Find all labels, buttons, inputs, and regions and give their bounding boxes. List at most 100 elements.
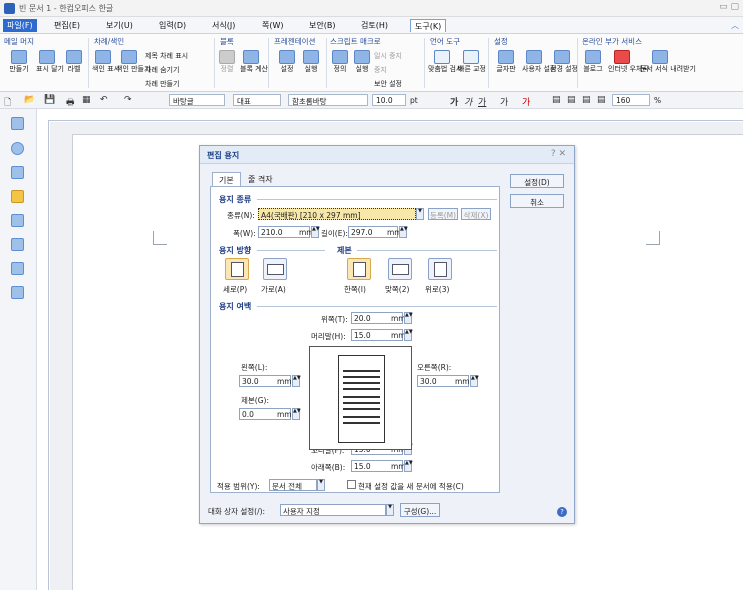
landscape-option[interactable] bbox=[263, 258, 287, 280]
right-margin-spinner[interactable]: ▲▼ bbox=[470, 375, 479, 387]
preview-text-line bbox=[343, 388, 380, 390]
open-icon[interactable]: 📂 bbox=[24, 95, 35, 105]
menu-page[interactable]: 쪽(W) bbox=[258, 19, 288, 32]
sort-button[interactable]: 정렬 bbox=[218, 50, 236, 74]
width-spinner[interactable]: ▲▼ bbox=[311, 226, 320, 238]
dialog-setting-select[interactable]: 사용자 지정 bbox=[280, 504, 386, 516]
blog-button[interactable]: 블로그 bbox=[580, 50, 606, 74]
document-icon[interactable] bbox=[11, 214, 24, 227]
toc-hide[interactable]: 차례 숨기기 bbox=[145, 65, 179, 75]
user-settings-button[interactable]: 사용자 설정 bbox=[522, 50, 556, 74]
index-mark-button[interactable]: 색인 표시 bbox=[92, 50, 120, 74]
font-color-button[interactable]: 가 bbox=[500, 95, 508, 108]
table-icon[interactable] bbox=[11, 238, 24, 251]
menu-file[interactable]: 파일(F) bbox=[3, 19, 37, 32]
delete-button[interactable]: 삭제(X) bbox=[461, 208, 491, 220]
index-create-button[interactable]: 색인 만들기 bbox=[116, 50, 150, 74]
bind-top-option[interactable] bbox=[428, 258, 452, 280]
font-select[interactable]: 함초롬바탕 bbox=[288, 94, 368, 106]
lightning-icon[interactable] bbox=[11, 190, 24, 203]
style-select[interactable]: 바탕글 bbox=[169, 94, 225, 106]
align-left-icon[interactable]: ▤ bbox=[552, 95, 561, 105]
image-icon[interactable] bbox=[11, 262, 24, 275]
height-spinner[interactable]: ▲▼ bbox=[399, 226, 408, 238]
gutter-spinner[interactable]: ▲▼ bbox=[292, 408, 301, 420]
bind-single-option[interactable] bbox=[347, 258, 371, 280]
macro-run-button[interactable]: 실행 bbox=[352, 50, 372, 74]
undo-icon[interactable]: ↶ bbox=[100, 95, 108, 105]
macro-define-button[interactable]: 정의 bbox=[330, 50, 350, 74]
bottom-margin-spinner[interactable]: ▲▼ bbox=[404, 460, 413, 472]
bind-double-option[interactable] bbox=[388, 258, 412, 280]
menu-view[interactable]: 보기(U) bbox=[102, 19, 137, 32]
title-bar: 빈 문서 1 - 한컴오피스 한글 ▭ ▢ bbox=[0, 0, 743, 17]
strike-button[interactable]: 가 bbox=[522, 95, 530, 108]
close-icon[interactable]: ? ✕ bbox=[551, 149, 566, 159]
config-button[interactable]: 구성(G)... bbox=[400, 503, 440, 517]
spellcheck-button[interactable]: 맞춤법 검사 bbox=[428, 50, 462, 74]
orientation-section: 용지 방향 bbox=[219, 246, 252, 255]
apply-range-select[interactable]: 문서 전체 bbox=[269, 479, 317, 491]
paper-type-select[interactable]: A4(국배판) [210 x 297 mm] bbox=[258, 208, 416, 220]
paragraph-select[interactable]: 대표 bbox=[233, 94, 281, 106]
left-margin-spinner[interactable]: ▲▼ bbox=[292, 375, 301, 387]
ok-button[interactable]: 설정(D) bbox=[510, 174, 564, 188]
menu-insert[interactable]: 입력(D) bbox=[155, 19, 190, 32]
macro-stop[interactable]: 중지 bbox=[374, 65, 387, 75]
preview-icon[interactable]: ▦ bbox=[82, 95, 91, 105]
toc-title-mark[interactable]: 제목 차례 표시 bbox=[145, 51, 188, 61]
redo-icon[interactable]: ↷ bbox=[124, 95, 132, 105]
menu-tools[interactable]: 도구(K) bbox=[410, 19, 447, 32]
menu-review[interactable]: 검토(H) bbox=[357, 19, 392, 32]
template-download-button[interactable]: 문서 서식 내려받기 bbox=[640, 50, 696, 74]
mail-merge-create-button[interactable]: 만들기 bbox=[6, 50, 32, 74]
macro-security[interactable]: 보안 설정 bbox=[374, 79, 402, 89]
tab-line-grid[interactable]: 줄 격자 bbox=[242, 172, 279, 186]
ribbon-collapse-icon[interactable]: ︿ bbox=[731, 20, 739, 31]
label-button[interactable]: 라벨 bbox=[63, 50, 85, 74]
portrait-option[interactable] bbox=[225, 258, 249, 280]
horizontal-ruler[interactable] bbox=[48, 109, 743, 121]
zoom-input[interactable]: 160 bbox=[612, 94, 650, 106]
chart-icon[interactable] bbox=[11, 286, 24, 299]
macro-pause[interactable]: 일시 중지 bbox=[374, 51, 402, 61]
top-margin-spinner[interactable]: ▲▼ bbox=[404, 312, 413, 324]
register-button[interactable]: 등록(M) bbox=[428, 208, 458, 220]
env-settings-button[interactable]: 환경 설정 bbox=[550, 50, 578, 74]
dialog-setting-dropdown-icon[interactable]: ▼ bbox=[386, 504, 394, 516]
apply-range-dropdown-icon[interactable]: ▼ bbox=[317, 479, 325, 491]
presentation-run-button[interactable]: 실행 bbox=[300, 50, 322, 74]
underline-button[interactable]: 가 bbox=[478, 95, 486, 108]
tab-basic[interactable]: 기본 bbox=[212, 172, 241, 186]
mail-merge-mark-button[interactable]: 표시 달기 bbox=[36, 50, 64, 74]
paper-type-dropdown-icon[interactable]: ▼ bbox=[416, 208, 424, 220]
help-icon[interactable]: ? bbox=[557, 507, 567, 517]
align-justify-icon[interactable]: ▤ bbox=[597, 95, 606, 105]
block-calc-button[interactable]: 블록 계산 bbox=[240, 50, 268, 74]
help-icon[interactable] bbox=[11, 142, 24, 155]
minimize-icon[interactable]: ▭ ▢ bbox=[719, 2, 739, 12]
font-size-input[interactable]: 10.0 bbox=[372, 94, 406, 106]
quick-correct-button[interactable]: 빠른 교정 bbox=[458, 50, 486, 74]
menu-edit[interactable]: 편집(E) bbox=[50, 19, 84, 32]
header-margin-spinner[interactable]: ▲▼ bbox=[404, 329, 413, 341]
divider bbox=[357, 250, 497, 251]
list-icon[interactable] bbox=[11, 166, 24, 179]
align-right-icon[interactable]: ▤ bbox=[582, 95, 591, 105]
menu-security[interactable]: 보안(B) bbox=[305, 19, 339, 32]
align-center-icon[interactable]: ▤ bbox=[567, 95, 576, 105]
italic-button[interactable]: 가 bbox=[464, 95, 472, 108]
menu-format[interactable]: 서식(J) bbox=[208, 19, 239, 32]
toc-create[interactable]: 차례 만들기 bbox=[145, 79, 179, 89]
bold-button[interactable]: 가 bbox=[450, 95, 458, 108]
apply-new-doc-checkbox[interactable] bbox=[347, 480, 356, 489]
sidebar-page-icon[interactable] bbox=[11, 117, 24, 130]
cancel-button[interactable]: 취소 bbox=[510, 194, 564, 208]
keyboard-button[interactable]: 글자판 bbox=[494, 50, 518, 74]
presentation-setup-button[interactable]: 설정 bbox=[276, 50, 298, 74]
internet-post-button[interactable]: 인터넷 우체국 bbox=[608, 50, 649, 74]
group-settings-title: 설정 bbox=[494, 37, 508, 46]
vertical-ruler[interactable] bbox=[37, 121, 49, 590]
gear-icon bbox=[554, 50, 570, 64]
save-icon[interactable]: 💾 bbox=[44, 95, 55, 105]
